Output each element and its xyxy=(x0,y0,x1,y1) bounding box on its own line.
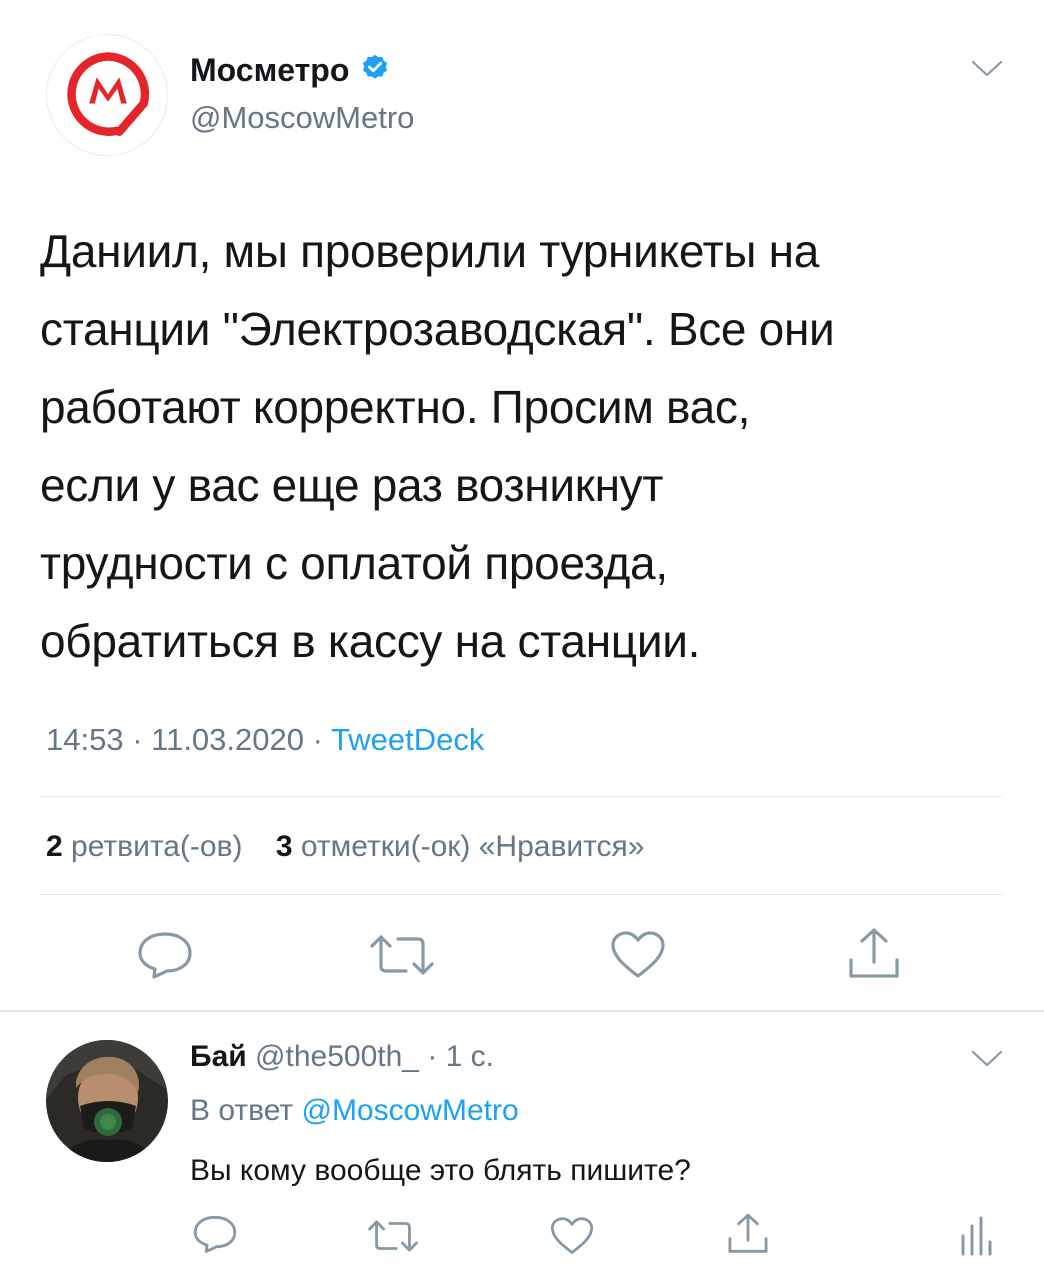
divider xyxy=(40,796,1002,797)
reply-analytics-button[interactable] xyxy=(958,1216,992,1261)
author-name[interactable]: Мосметро xyxy=(190,52,349,89)
reply-to-handle-link[interactable]: @MoscowMetro xyxy=(301,1094,518,1127)
retweets-stat[interactable]: 2 ретвита(-ов) xyxy=(46,830,243,863)
analytics-icon xyxy=(961,1216,992,1256)
likes-count: 3 xyxy=(275,830,293,863)
reply-to-prefix: В ответ xyxy=(190,1094,294,1127)
tweet-date: 11.03.2020 xyxy=(151,722,304,757)
tweet-time: 14:53 xyxy=(46,722,124,757)
reply-avatar[interactable] xyxy=(46,1040,168,1162)
tweet-text-line: трудности с оплатой проезда, xyxy=(40,537,668,589)
main-tweet: Мосметро @MoscowMetro Даниил, мы провери… xyxy=(0,0,1044,1012)
share-button[interactable] xyxy=(846,926,902,987)
retweet-icon xyxy=(370,935,434,975)
tweet-stats: 2 ретвита(-ов) 3 отметки(-ок) «Нравится» xyxy=(46,830,644,864)
reply-icon xyxy=(193,1215,237,1253)
retweet-icon xyxy=(368,1220,418,1252)
reply-to-line: В ответ @MoscowMetro xyxy=(190,1094,519,1128)
reply-author-handle[interactable]: @the500th_ xyxy=(255,1040,419,1073)
author-avatar[interactable] xyxy=(46,34,168,156)
like-button[interactable] xyxy=(610,930,666,985)
reply-like-button[interactable] xyxy=(550,1216,594,1261)
divider xyxy=(40,894,1002,895)
user-photo-icon xyxy=(46,1040,168,1162)
author-handle[interactable]: @MoscowMetro xyxy=(190,100,414,136)
heart-icon xyxy=(611,931,665,978)
reply-icon xyxy=(138,932,192,979)
tweet-text: Даниил, мы проверили турникеты на станци… xyxy=(40,212,1015,680)
retweet-button[interactable] xyxy=(368,932,436,983)
reply-author-name[interactable]: Бай xyxy=(190,1040,247,1073)
verified-badge-icon xyxy=(360,53,390,88)
chevron-down-icon[interactable] xyxy=(970,58,1004,85)
meta-separator: · xyxy=(304,722,331,757)
retweets-count: 2 xyxy=(46,830,63,863)
reply-reply-button[interactable] xyxy=(192,1214,238,1259)
share-icon xyxy=(849,928,899,978)
reply-button[interactable] xyxy=(136,930,194,985)
chevron-down-icon[interactable] xyxy=(970,1048,1004,1075)
reply-tweet[interactable]: Бай @the500th_ · 1 с. В ответ @MoscowMet… xyxy=(0,1012,1044,1280)
tweet-text-line: работают корректно. Просим вас, xyxy=(40,381,751,433)
reply-retweet-button[interactable] xyxy=(366,1218,420,1259)
tweet-source-link[interactable]: TweetDeck xyxy=(331,722,484,757)
retweets-label: ретвита(-ов) xyxy=(71,830,243,863)
reply-text: Вы кому вообще это блять пишите? xyxy=(190,1154,691,1187)
meta-separator: · xyxy=(123,722,152,757)
author-info: Мосметро xyxy=(190,52,390,89)
heart-icon xyxy=(550,1217,594,1254)
tweet-text-line: если у вас еще раз возникнут xyxy=(40,459,664,511)
share-icon xyxy=(728,1213,768,1253)
tweet-text-line: станции "Электрозаводская". Все они xyxy=(40,303,835,355)
moscow-metro-logo-icon xyxy=(67,52,150,136)
tweet-meta: 14:53 · 11.03.2020 · TweetDeck xyxy=(46,722,484,758)
likes-label: отметки(-ок) «Нравится» xyxy=(300,830,645,863)
tweet-text-line: Даниил, мы проверили турникеты на xyxy=(40,225,820,277)
reply-header: Бай @the500th_ · 1 с. xyxy=(190,1040,494,1074)
reply-age: · 1 с. xyxy=(427,1040,494,1073)
reply-share-button[interactable] xyxy=(726,1212,770,1261)
tweet-text-line: обратиться в кассу на станции. xyxy=(40,615,701,667)
likes-stat[interactable]: 3 отметки(-ок) «Нравится» xyxy=(276,830,645,863)
